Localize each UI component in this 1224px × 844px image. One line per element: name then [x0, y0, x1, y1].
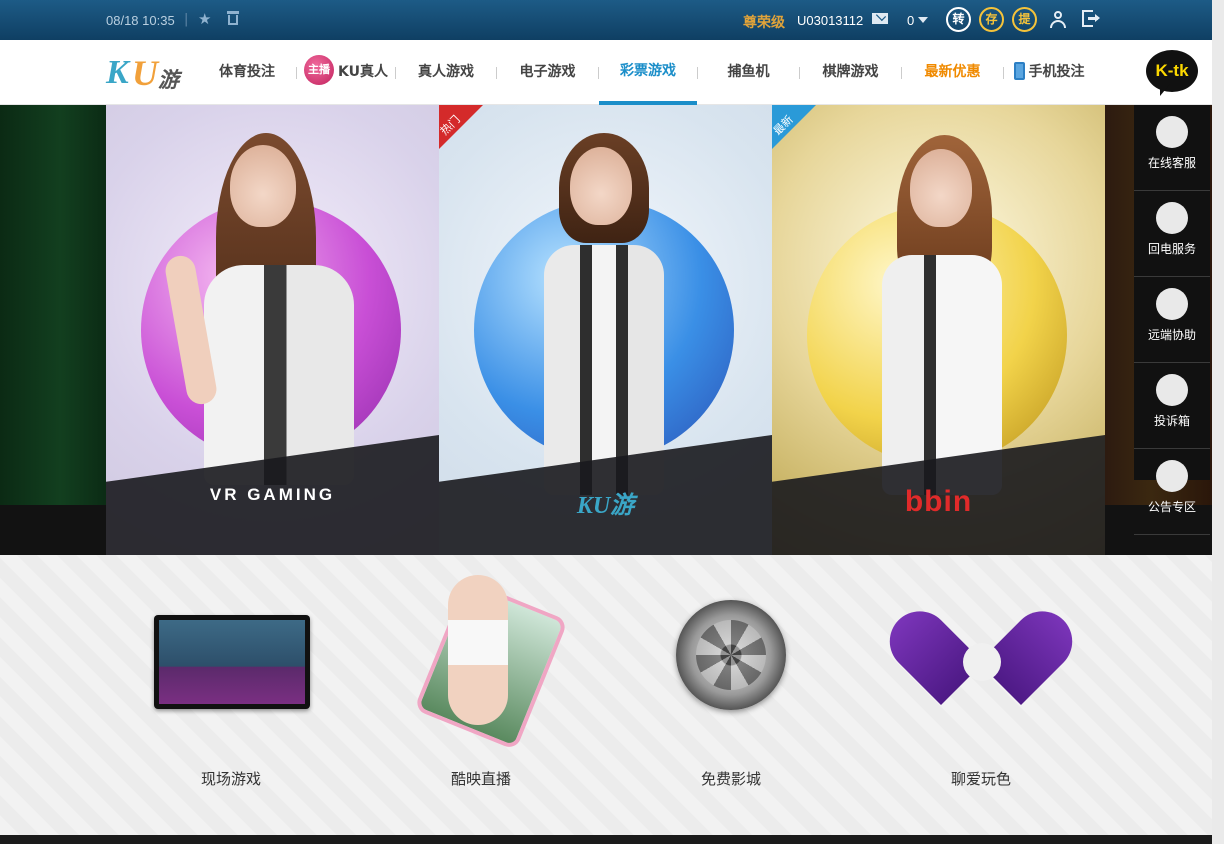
top-bar: 08/18 10:35 | ★ 尊荣级 U03013112 0 转 存 提	[0, 0, 1212, 40]
lottery-panel-bbin[interactable]: 最新 bbin	[772, 105, 1105, 555]
sidebar-item-callback[interactable]: 回电服务	[1134, 202, 1210, 277]
brand-ku: KU游	[576, 493, 635, 519]
lottery-hero: VR GAMING 热门 KU游 最新 bbin	[0, 105, 1212, 555]
live-host-badge: 主播	[304, 55, 334, 85]
nav-item-ku-live[interactable]: 主播 KU真人	[297, 40, 395, 105]
ktk-chat-logo[interactable]: K-tk	[1146, 50, 1198, 96]
sidebar-item-complaints[interactable]: 投诉箱	[1134, 374, 1210, 449]
streamer-thumbnail	[448, 575, 508, 725]
favorite-star-icon[interactable]: ★	[198, 10, 211, 28]
headset-icon	[1156, 116, 1188, 148]
lottery-panel-vr[interactable]: VR GAMING	[106, 105, 439, 555]
pencil-icon	[1156, 374, 1188, 406]
scrollbar[interactable]	[1212, 0, 1224, 844]
feature-strip: 现场游戏 酷映直播 免费影城 聊爱玩色	[0, 555, 1212, 835]
datetime: 08/18 10:35	[106, 13, 175, 28]
service-sidebar: 在线客服 回电服务 远端协助 投诉箱 公告专区	[1134, 105, 1210, 535]
nav-item-slots[interactable]: 电子游戏	[497, 40, 598, 105]
lottery-panel-ku[interactable]: 热门 KU游	[439, 105, 772, 555]
nav-item-fishing[interactable]: 捕鱼机	[698, 40, 799, 105]
nav-item-live-casino[interactable]: 真人游戏	[396, 40, 496, 105]
user-icon[interactable]	[1049, 10, 1067, 28]
user-id: U03013112	[797, 13, 864, 28]
mobile-phone-icon	[1013, 61, 1025, 80]
deposit-button[interactable]: 存	[979, 7, 1004, 32]
trash-icon[interactable]	[227, 11, 239, 25]
nav-item-mobile[interactable]: 手机投注	[1004, 40, 1094, 105]
logout-icon[interactable]	[1082, 10, 1100, 27]
site-logo[interactable]: KU游	[106, 53, 188, 93]
phone-icon	[1156, 202, 1188, 234]
tv-thumbnail	[154, 615, 310, 709]
sidebar-item-announcements[interactable]: 公告专区	[1134, 460, 1210, 535]
new-ribbon: 最新	[772, 105, 816, 149]
brand-bbin: bbin	[904, 485, 973, 518]
chevron-down-icon[interactable]	[918, 17, 928, 23]
heart-icon	[877, 598, 1085, 715]
brand-vr-gaming: VR GAMING	[209, 485, 336, 504]
transfer-button[interactable]: 转	[946, 7, 971, 32]
sidebar-item-remote-assist[interactable]: 远端协助	[1134, 288, 1210, 363]
separator: |	[184, 12, 189, 27]
nav-item-chess[interactable]: 棋牌游戏	[800, 40, 901, 105]
balance[interactable]: 0	[907, 13, 914, 28]
nav-item-lottery[interactable]: 彩票游戏	[599, 40, 697, 105]
footer-bar	[0, 835, 1212, 844]
withdraw-button[interactable]: 提	[1012, 7, 1037, 32]
main-nav: KU游 体育投注 主播 KU真人 真人游戏 电子游戏 彩票游戏 捕鱼机 棋牌游戏 …	[0, 40, 1212, 105]
sidebar-item-online-support[interactable]: 在线客服	[1134, 116, 1210, 191]
mail-icon[interactable]	[872, 13, 888, 24]
monitor-icon	[1156, 288, 1188, 320]
nav-items: 体育投注 主播 KU真人 真人游戏 电子游戏 彩票游戏 捕鱼机 棋牌游戏 最新优惠…	[198, 40, 1094, 105]
nav-item-sports[interactable]: 体育投注	[198, 40, 296, 105]
film-reel-icon	[676, 600, 786, 710]
hot-ribbon: 热门	[439, 105, 483, 149]
nav-item-promotions[interactable]: 最新优惠	[902, 40, 1003, 105]
vip-rank: 尊荣级	[743, 15, 785, 31]
speaker-icon	[1156, 460, 1188, 492]
